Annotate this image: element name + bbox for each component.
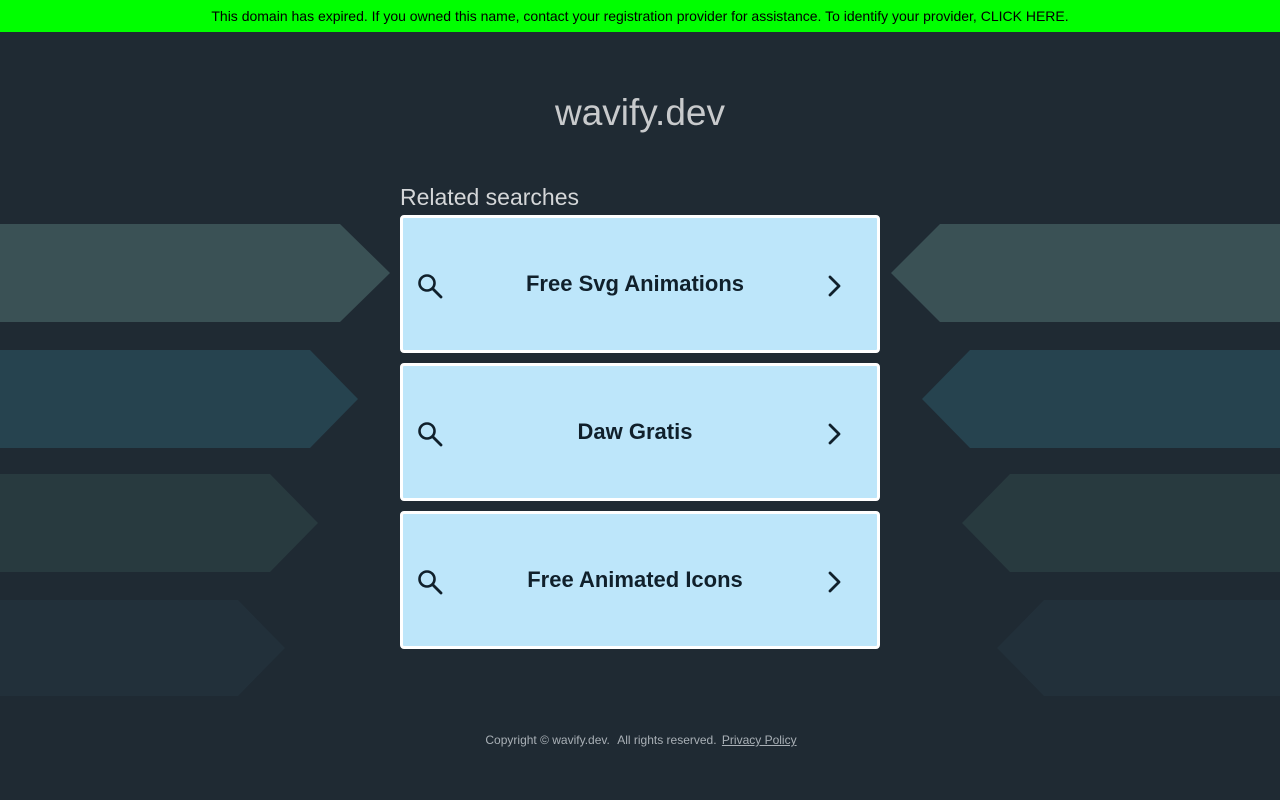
bg-arrow-right-2 <box>922 350 1280 448</box>
copyright-text: Copyright © wavify.dev. <box>485 733 610 747</box>
domain-title: wavify.dev <box>555 92 725 133</box>
bg-arrow-left-1 <box>0 224 390 322</box>
chevron-right-icon <box>828 571 841 593</box>
related-search-label: Daw Gratis <box>577 419 693 444</box>
related-searches-heading: Related searches <box>400 184 579 210</box>
related-search-item[interactable]: Free Svg Animations <box>400 215 880 353</box>
privacy-policy-link[interactable]: Privacy Policy <box>722 733 797 747</box>
related-search-label: Free Svg Animations <box>525 271 744 296</box>
footer: Copyright © wavify.dev. All rights reser… <box>0 733 1280 747</box>
bg-arrow-left-2 <box>0 350 358 448</box>
related-search-item[interactable]: Free Animated Icons <box>400 511 880 649</box>
related-search-item[interactable]: Daw Gratis <box>400 363 880 501</box>
rights-text: All rights reserved. <box>617 733 717 747</box>
expired-domain-banner[interactable]: This domain has expired. If you owned th… <box>0 0 1280 32</box>
chevron-right-icon <box>828 275 841 297</box>
bg-arrow-right-1 <box>891 224 1280 322</box>
search-icon <box>418 274 443 299</box>
bg-arrow-left-4 <box>0 600 285 696</box>
search-icon <box>418 570 443 595</box>
bg-arrow-right-4 <box>997 600 1280 696</box>
page: This domain has expired. If you owned th… <box>0 0 1280 800</box>
search-icon <box>418 422 443 447</box>
related-searches-list: Free Svg Animations Daw Gratis Free Anim… <box>400 215 880 659</box>
bg-arrow-left-3 <box>0 474 318 572</box>
related-search-label: Free Animated Icons <box>527 567 743 592</box>
chevron-right-icon <box>828 423 841 445</box>
bg-arrow-right-3 <box>962 474 1280 572</box>
